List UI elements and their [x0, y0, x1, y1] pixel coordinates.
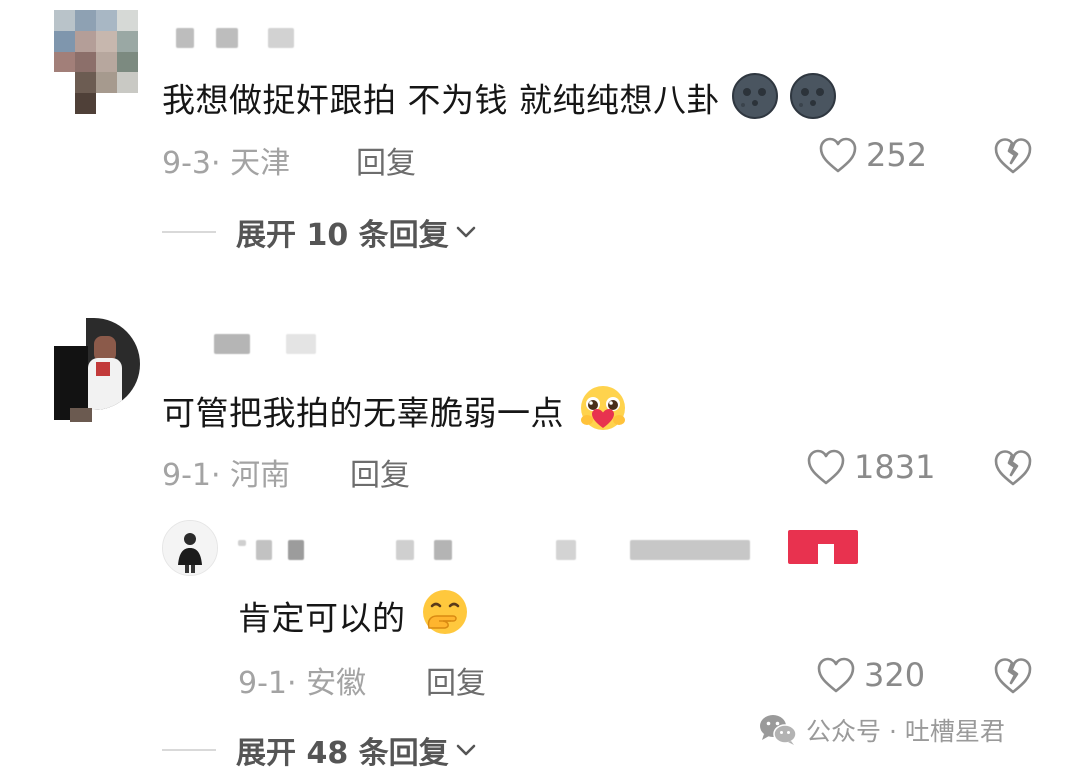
divider-line: [162, 749, 216, 751]
like-button[interactable]: 320: [816, 656, 925, 694]
meta-separator: ·: [287, 666, 297, 701]
dislike-button[interactable]: [992, 448, 1034, 492]
heart-icon: [819, 137, 857, 173]
expand-replies[interactable]: 展开 48 条回复: [162, 728, 477, 772]
like-count: 252: [866, 136, 928, 174]
comment-meta: 9-1· 河南: [162, 450, 290, 494]
username-blurred[interactable]: [238, 540, 758, 560]
username-blurred[interactable]: [214, 334, 324, 354]
chevron-down-icon: [456, 744, 475, 756]
comment-text: 可管把我拍的无辜脆弱一点: [162, 384, 631, 446]
like-button[interactable]: 252: [818, 136, 927, 174]
meta-separator: ·: [211, 458, 221, 493]
comment-body: 可管把我拍的无辜脆弱一点: [162, 393, 564, 433]
watermark: 公众号 · 吐槽星君: [758, 712, 1005, 748]
reply-meta: 9-1· 安徽: [238, 658, 366, 702]
broken-heart-icon: [994, 138, 1032, 174]
reply-avatar[interactable]: [162, 520, 218, 576]
like-count: 320: [864, 656, 926, 694]
comment-date: 9-3: [162, 146, 211, 181]
heart-icon: [817, 657, 855, 693]
dislike-button[interactable]: [992, 136, 1034, 180]
reply-date: 9-1: [238, 666, 287, 701]
hand-over-mouth-emoji: [417, 588, 473, 652]
like-count: 1831: [854, 448, 936, 486]
comment-body: 我想做捉奸跟拍 不为钱 就纯纯想八卦: [162, 80, 720, 120]
expand-label: 展开 10 条回复: [236, 218, 449, 253]
broken-heart-icon: [994, 450, 1032, 486]
expand-label: 展开 48 条回复: [236, 736, 449, 771]
broken-heart-icon: [994, 658, 1032, 694]
comment-location: 天津: [230, 146, 291, 181]
reply-text: 肯定可以的: [238, 588, 473, 652]
meta-separator: ·: [211, 146, 221, 181]
chevron-down-icon: [456, 226, 475, 238]
comment-text: 我想做捉奸跟拍 不为钱 就纯纯想八卦: [162, 72, 843, 132]
reply-button[interactable]: 回复: [426, 658, 486, 702]
new-moon-face-emoji: [731, 72, 843, 132]
reply-body: 肯定可以的: [238, 598, 406, 638]
dislike-button[interactable]: [992, 656, 1034, 700]
comment-meta: 9-3· 天津: [162, 138, 290, 182]
heart-icon: [807, 449, 845, 485]
wechat-icon: [760, 715, 797, 745]
expand-replies[interactable]: 展开 10 条回复: [162, 210, 477, 254]
username-blurred[interactable]: [176, 28, 336, 48]
reply-button[interactable]: 回复: [356, 138, 416, 182]
reply-location: 安徽: [306, 666, 367, 701]
pleading-face-holding-heart-emoji: [575, 384, 631, 446]
like-button[interactable]: 1831: [806, 448, 935, 486]
divider-line: [162, 231, 216, 233]
author-badge: [788, 530, 858, 564]
comment-location: 河南: [230, 458, 291, 493]
comment-date: 9-1: [162, 458, 211, 493]
reply-button[interactable]: 回复: [350, 450, 410, 494]
avatar[interactable]: [54, 318, 140, 422]
avatar[interactable]: [54, 10, 138, 114]
watermark-text: 公众号 · 吐槽星君: [806, 717, 1005, 746]
